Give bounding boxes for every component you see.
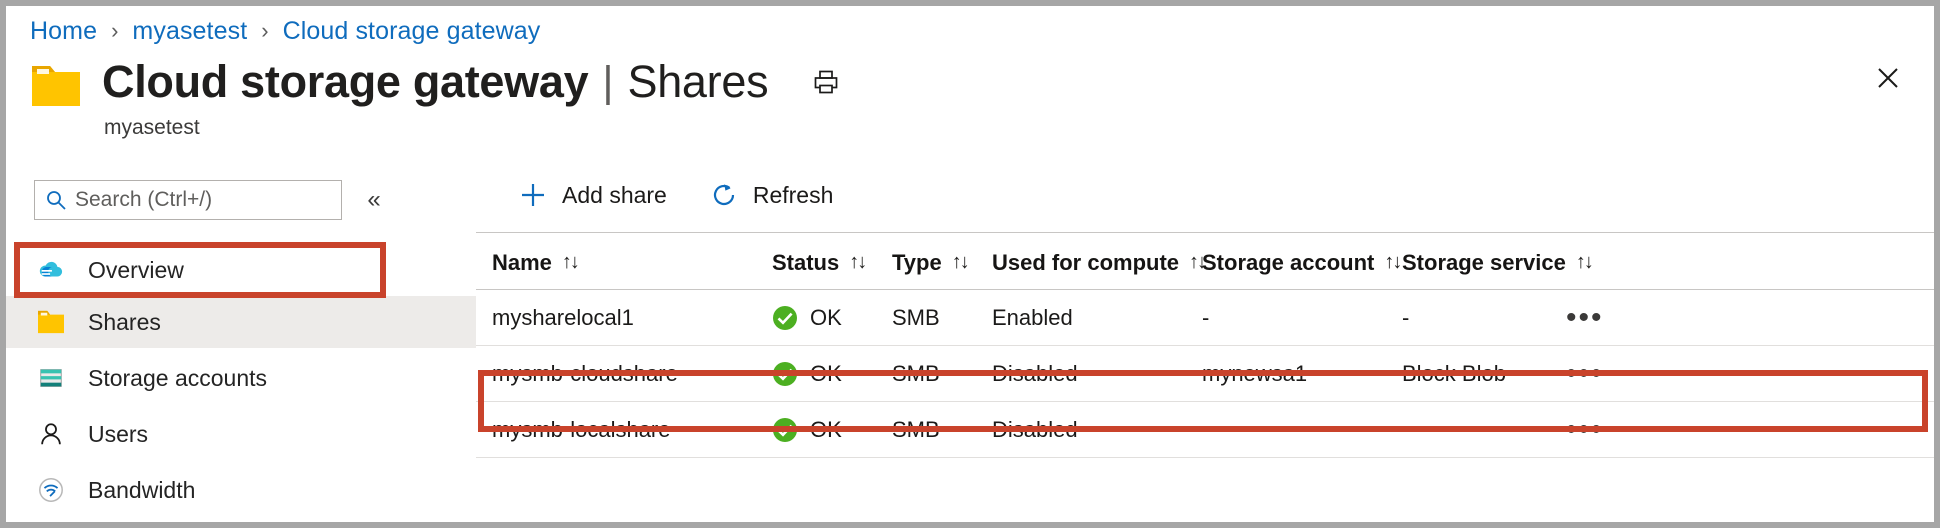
sidebar-item-shares[interactable]: Shares <box>6 296 476 348</box>
cell-storage-account: mynewsa1 <box>1202 361 1417 387</box>
check-circle-icon <box>772 305 798 331</box>
column-header-label: Used for compute <box>992 250 1179 276</box>
cell-storage-account: - <box>1202 305 1417 331</box>
more-actions-button[interactable]: ••• <box>1566 425 1604 435</box>
bandwidth-icon <box>36 475 66 505</box>
cell-type: SMB <box>892 305 1002 331</box>
table-header-row: Name ↑↓ Status ↑↓ Type ↑↓ Used for compu… <box>476 236 1934 290</box>
sidebar-item-bandwidth[interactable]: Bandwidth <box>6 464 476 516</box>
resource-subtitle: myasetest <box>104 116 200 140</box>
command-toolbar: Add share Refresh <box>506 172 863 218</box>
table-row[interactable]: mysharelocal1 OK SMB Enabled - - ••• <box>476 290 1934 346</box>
cloud-icon <box>36 255 66 285</box>
cell-name[interactable]: mysmb-cloudshare <box>492 361 752 387</box>
sidebar-item-storage-accounts[interactable]: Storage accounts <box>6 352 476 404</box>
sidebar-item-overview[interactable]: Overview <box>6 244 476 296</box>
title-divider: | <box>602 58 613 107</box>
cell-used-for-compute: Disabled <box>992 417 1222 443</box>
screenshot-frame: Home › myasetest › Cloud storage gateway… <box>0 0 1940 528</box>
refresh-button[interactable]: Refresh <box>697 172 846 218</box>
table-row[interactable]: mysmb-localshare OK SMB Disabled - - ••• <box>476 402 1934 458</box>
cell-more-actions: ••• <box>1566 313 1646 323</box>
check-circle-icon <box>772 417 798 443</box>
status-label: OK <box>810 305 842 331</box>
more-actions-button[interactable]: ••• <box>1566 313 1604 323</box>
cell-type: SMB <box>892 417 1002 443</box>
folder-icon <box>30 62 82 108</box>
cell-name[interactable]: mysmb-localshare <box>492 417 752 443</box>
refresh-label: Refresh <box>753 182 834 209</box>
cell-used-for-compute: Enabled <box>992 305 1222 331</box>
breadcrumb: Home › myasetest › Cloud storage gateway <box>30 14 540 48</box>
sort-icon[interactable]: ↑↓ <box>1576 251 1592 274</box>
search-input-placeholder: Search (Ctrl+/) <box>75 188 212 212</box>
sidebar-item-label: Users <box>88 421 148 448</box>
page-section-title: Shares <box>627 56 768 108</box>
add-share-label: Add share <box>562 182 667 209</box>
printer-icon[interactable] <box>808 64 844 100</box>
main-content: Add share Refresh Name ↑↓ <box>476 156 1934 522</box>
plus-icon <box>518 180 548 210</box>
column-header-label: Name <box>492 250 552 276</box>
check-circle-icon <box>772 361 798 387</box>
status-label: OK <box>810 361 842 387</box>
cell-storage-account: - <box>1202 417 1417 443</box>
column-header-storage-service[interactable]: Storage service ↑↓ <box>1402 250 1617 276</box>
status-label: OK <box>810 417 842 443</box>
sort-icon[interactable]: ↑↓ <box>952 251 968 274</box>
sidebar: Search (Ctrl+/) « Overview <box>6 156 476 522</box>
refresh-icon <box>709 180 739 210</box>
cell-name[interactable]: mysharelocal1 <box>492 305 752 331</box>
page-title-row: Cloud storage gateway | Shares <box>102 54 844 110</box>
cell-type: SMB <box>892 361 1002 387</box>
add-share-button[interactable]: Add share <box>506 172 679 218</box>
column-header-label: Status <box>772 250 839 276</box>
cell-used-for-compute: Disabled <box>992 361 1222 387</box>
sort-icon[interactable]: ↑↓ <box>1384 251 1400 274</box>
breadcrumb-item-myasetest[interactable]: myasetest <box>132 17 247 46</box>
sidebar-item-label: Bandwidth <box>88 477 195 504</box>
column-header-name[interactable]: Name ↑↓ <box>492 250 752 276</box>
breadcrumb-separator: › <box>261 18 268 44</box>
column-header-label: Storage account <box>1202 250 1374 276</box>
sidebar-item-label: Overview <box>88 257 184 284</box>
sort-icon[interactable]: ↑↓ <box>562 251 578 274</box>
collapse-sidebar-button[interactable]: « <box>360 186 388 214</box>
folder-icon <box>36 307 66 337</box>
close-icon[interactable] <box>1868 58 1908 98</box>
shares-table: Name ↑↓ Status ↑↓ Type ↑↓ Used for compu… <box>476 236 1934 458</box>
user-icon <box>36 419 66 449</box>
column-header-storage-account[interactable]: Storage account ↑↓ <box>1202 250 1417 276</box>
sidebar-search-row: Search (Ctrl+/) « <box>34 180 388 220</box>
search-input[interactable]: Search (Ctrl+/) <box>34 180 342 220</box>
breadcrumb-item-cloud-storage-gateway[interactable]: Cloud storage gateway <box>283 17 541 46</box>
cell-more-actions: ••• <box>1566 425 1646 435</box>
breadcrumb-separator: › <box>111 18 118 44</box>
cell-more-actions: ••• <box>1566 369 1646 379</box>
table-row[interactable]: mysmb-cloudshare OK SMB Disabled mynewsa… <box>476 346 1934 402</box>
storage-account-icon <box>36 363 66 393</box>
sort-icon[interactable]: ↑↓ <box>849 251 865 274</box>
toolbar-divider <box>476 232 1934 233</box>
search-icon <box>45 189 67 211</box>
breadcrumb-item-home[interactable]: Home <box>30 17 97 46</box>
column-header-label: Storage service <box>1402 250 1566 276</box>
more-actions-button[interactable]: ••• <box>1566 369 1604 379</box>
column-header-label: Type <box>892 250 942 276</box>
sidebar-item-label: Storage accounts <box>88 365 267 392</box>
column-header-type[interactable]: Type ↑↓ <box>892 250 1002 276</box>
page-title: Cloud storage gateway <box>102 56 588 108</box>
sidebar-item-users[interactable]: Users <box>6 408 476 460</box>
sidebar-item-label: Shares <box>88 309 161 336</box>
column-header-used-for-compute[interactable]: Used for compute ↑↓ <box>992 250 1222 276</box>
